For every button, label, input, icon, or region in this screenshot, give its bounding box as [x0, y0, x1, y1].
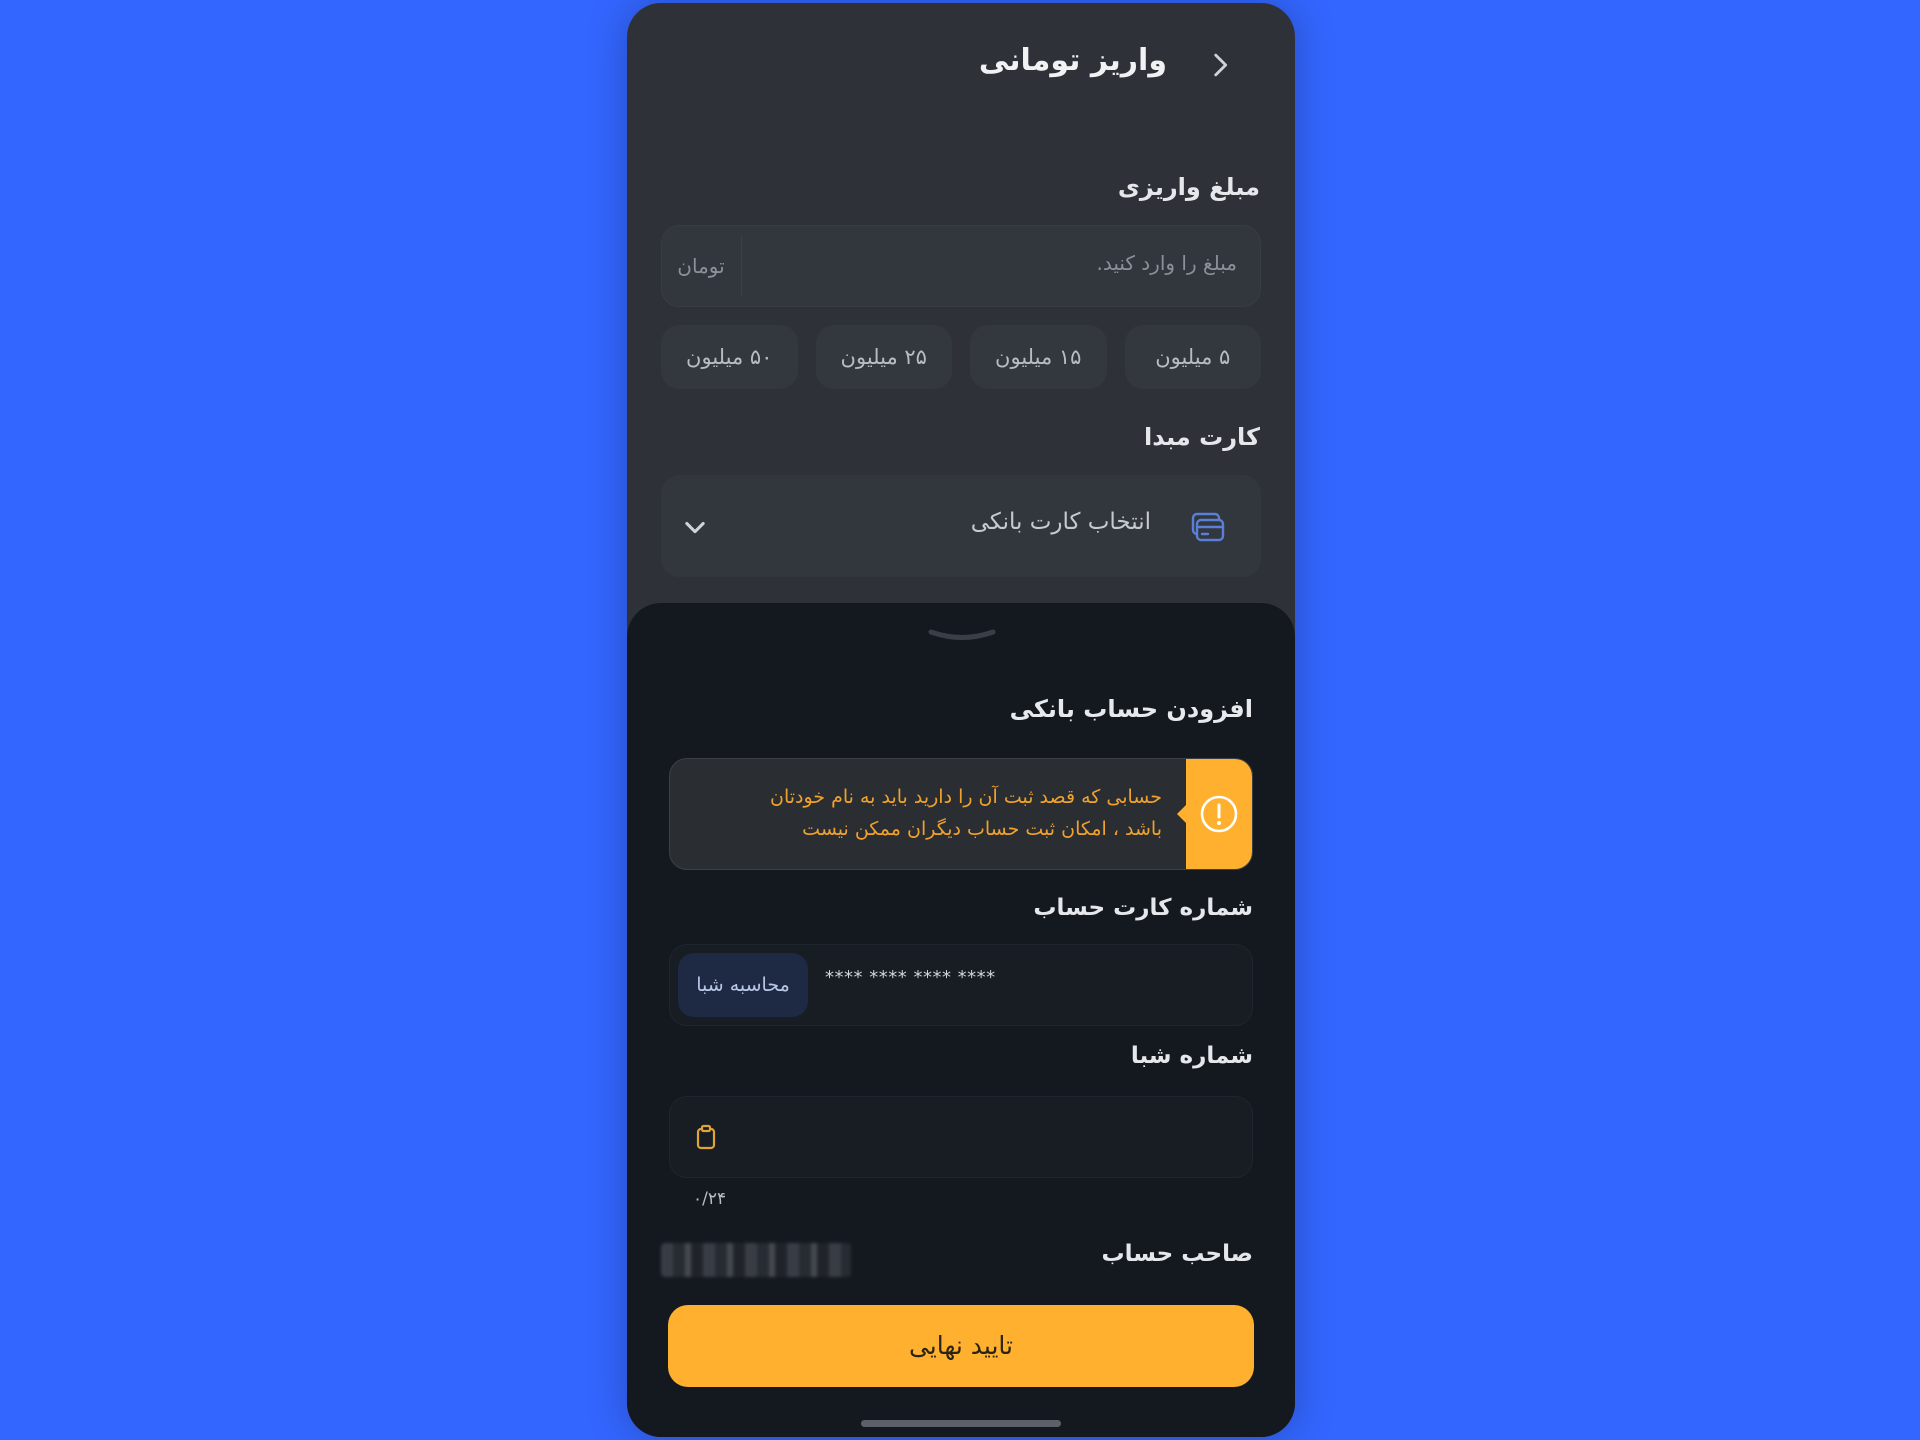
card-select-dropdown[interactable]: انتخاب کارت بانکی	[661, 475, 1261, 577]
shaba-calc-button[interactable]: محاسبه شبا	[678, 953, 808, 1017]
warning-icon	[1200, 795, 1238, 833]
quick-amount-chip[interactable]: ۱۵ میلیون	[970, 325, 1107, 389]
shaba-input[interactable]	[669, 1096, 1253, 1178]
confirm-button[interactable]: تایید نهایی	[668, 1305, 1254, 1387]
amount-label: مبلغ واریزی	[1117, 173, 1260, 201]
shaba-label: شماره شبا	[1130, 1043, 1253, 1069]
card-number-value: **** **** **** ****	[825, 967, 996, 988]
account-owner-label: صاحب حساب	[1101, 1241, 1253, 1267]
card-select-label: انتخاب کارت بانکی	[970, 509, 1151, 535]
home-indicator	[861, 1420, 1061, 1427]
chevron-right-icon[interactable]	[1203, 48, 1237, 82]
sheet-grabber[interactable]	[927, 629, 997, 641]
chevron-down-icon	[685, 521, 705, 534]
amount-placeholder: مبلغ را وارد کنید.	[1096, 251, 1237, 275]
phone-screen: واریز تومانی مبلغ واریزی مبلغ را وارد کن…	[627, 3, 1295, 1437]
source-card-label: کارت مبدا	[1143, 423, 1260, 451]
warning-text: حسابی که قصد ثبت آن را دارید باید به نام…	[692, 781, 1162, 845]
warning-box: حسابی که قصد ثبت آن را دارید باید به نام…	[669, 758, 1253, 870]
clipboard-icon[interactable]	[692, 1123, 720, 1151]
page-title: واریز تومانی	[978, 43, 1167, 78]
quick-amount-chip[interactable]: ۲۵ میلیون	[815, 325, 952, 389]
quick-amounts: ۵ میلیون ۱۵ میلیون ۲۵ میلیون ۵۰ میلیون	[661, 325, 1261, 389]
warning-notch	[1177, 805, 1186, 823]
account-owner-value-redacted	[661, 1243, 851, 1277]
warning-line: حسابی که قصد ثبت آن را دارید باید به نام…	[769, 786, 1162, 808]
quick-amount-chip[interactable]: ۵ میلیون	[1124, 325, 1261, 389]
amount-input[interactable]: مبلغ را وارد کنید. تومان	[661, 225, 1261, 307]
bottom-sheet: افزودن حساب بانکی حسابی که قصد ثبت آن را…	[627, 603, 1295, 1437]
card-number-input[interactable]: **** **** **** **** محاسبه شبا	[669, 944, 1253, 1026]
currency-unit: تومان	[661, 235, 742, 297]
header: واریز تومانی	[627, 3, 1295, 123]
shaba-counter: ۰/۲۴	[693, 1189, 727, 1209]
quick-amount-chip[interactable]: ۵۰ میلیون	[661, 325, 798, 389]
card-number-label: شماره کارت حساب	[1033, 895, 1253, 921]
bank-card-icon	[1191, 512, 1225, 542]
warning-line: باشد ، امکان ثبت حساب دیگران ممکن نیست	[802, 818, 1162, 840]
sheet-title: افزودن حساب بانکی	[1009, 695, 1253, 723]
